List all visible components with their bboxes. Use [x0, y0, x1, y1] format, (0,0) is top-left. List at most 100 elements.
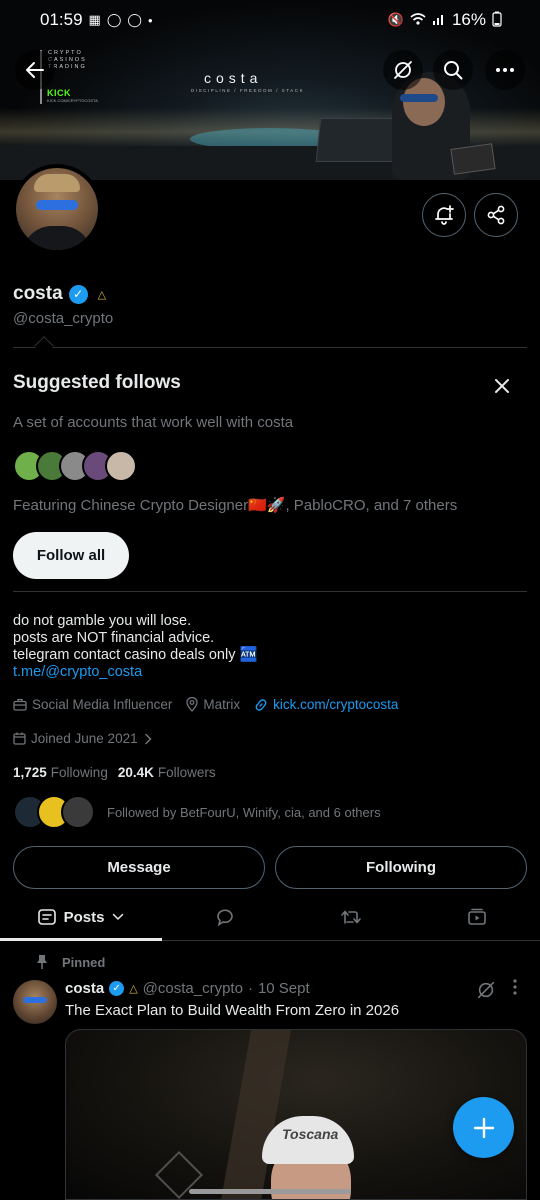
status-left: 01:59 ▦ ◯ ◯ • — [40, 10, 153, 30]
pin-icon — [37, 955, 47, 969]
message-button[interactable]: Message — [13, 846, 265, 889]
followers-stat[interactable]: 20.4K Followers — [118, 765, 216, 780]
bio-line: posts are NOT financial advice. — [13, 630, 215, 646]
suggested-avatars[interactable] — [13, 450, 137, 482]
joined-label: Joined June 2021 — [31, 731, 138, 746]
more-horizontal-icon — [496, 68, 514, 72]
followed-by-row[interactable]: Followed by BetFourU, Winify, cia, and 6… — [13, 795, 381, 829]
tab-reposts[interactable] — [288, 894, 414, 940]
chat-bubble-icon: ◯ — [127, 12, 142, 27]
status-time: 01:59 — [40, 10, 83, 29]
battery-icon — [492, 11, 502, 30]
close-suggested-button[interactable] — [488, 372, 516, 400]
post-author-name[interactable]: costa — [65, 980, 104, 997]
briefcase-icon — [13, 698, 27, 711]
followers-count: 20.4K — [117, 765, 154, 780]
affiliate-badge-icon: △ — [129, 983, 138, 995]
follow-all-button[interactable]: Follow all — [13, 532, 129, 579]
suggested-follows-description: A set of accounts that work well with co… — [13, 414, 294, 431]
tab-posts[interactable]: Posts — [0, 894, 162, 940]
profile-meta: Social Media Influencer Matrix kick.com/… — [13, 697, 398, 712]
follower-avatar — [61, 795, 95, 829]
profile-handle: @costa_crypto — [13, 310, 114, 327]
back-button[interactable] — [15, 50, 55, 90]
joined-item[interactable]: Joined June 2021 — [13, 731, 153, 746]
wifi-icon — [410, 12, 426, 29]
post-author-handle[interactable]: @costa_crypto — [143, 980, 243, 997]
banner-tagline: DISCIPLINE / FREEDOM / STACK — [191, 88, 305, 93]
media-cap-text: Toscana — [282, 1126, 339, 1142]
banner-laptop — [315, 118, 399, 162]
avatar-shirt — [22, 226, 92, 250]
search-button[interactable] — [433, 50, 473, 90]
compose-post-button[interactable] — [453, 1097, 514, 1158]
verified-badge-icon: ✓ — [68, 284, 88, 304]
suggested-caret — [34, 336, 54, 356]
gallery-icon: ▦ — [88, 12, 101, 27]
followers-label: Followers — [157, 765, 216, 780]
repost-icon — [341, 910, 361, 924]
tab-media[interactable] — [414, 894, 540, 940]
post-author-avatar[interactable] — [13, 980, 57, 1024]
following-stat[interactable]: 1,725 Following — [13, 765, 108, 780]
banner-glasses — [400, 94, 438, 102]
grok-icon — [477, 981, 495, 999]
home-indicator[interactable] — [189, 1189, 351, 1194]
share-button[interactable] — [474, 193, 518, 237]
avatar-hair — [34, 174, 80, 192]
avatar-image — [16, 168, 98, 250]
back-arrow-icon — [26, 62, 44, 78]
tab-posts-label: Posts — [63, 908, 105, 926]
bio-line: telegram contact casino deals only 🏧 — [13, 647, 258, 663]
grok-button[interactable] — [383, 50, 423, 90]
follow-stats: 1,725 Following 20.4K Followers — [13, 765, 216, 780]
suggested-divider-bottom — [13, 591, 527, 592]
calendar-icon — [13, 732, 26, 745]
post-more-button[interactable] — [512, 978, 518, 1001]
tab-replies[interactable] — [162, 894, 288, 940]
profile-avatar[interactable] — [12, 164, 102, 254]
banner-brand: costa — [204, 70, 263, 86]
suggested-featuring: Featuring Chinese Crypto Designer🇨🇳🚀, Pa… — [13, 497, 458, 514]
search-icon — [444, 61, 463, 80]
suggested-avatar — [105, 450, 137, 482]
chat-bubble-icon: ◯ — [106, 12, 122, 27]
category-item: Social Media Influencer — [13, 697, 172, 712]
dot-icon: • — [147, 12, 153, 28]
pinned-label: Pinned — [62, 954, 106, 970]
media-icon — [468, 908, 486, 925]
link-icon — [255, 698, 267, 711]
location-item: Matrix — [186, 697, 240, 712]
website-item[interactable]: kick.com/cryptocosta — [254, 697, 398, 712]
suggested-follows-title: Suggested follows — [13, 372, 181, 393]
banner-kick-url: KICK.COM/CRYPTOCOSTA — [47, 98, 98, 103]
grok-icon — [394, 61, 412, 79]
suggested-divider-top — [13, 347, 527, 348]
status-bar: 01:59 ▦ ◯ ◯ • 🔇 16% — [0, 0, 540, 40]
website-link[interactable]: kick.com/cryptocosta — [273, 697, 398, 712]
chevron-down-icon — [113, 913, 124, 921]
post-date[interactable]: 10 Sept — [258, 980, 310, 997]
bio-telegram-link[interactable]: t.me/@crypto_costa — [13, 664, 258, 681]
more-options-button[interactable] — [485, 50, 525, 90]
following-button[interactable]: Following — [275, 846, 527, 889]
post-text: The Exact Plan to Build Wealth From Zero… — [65, 1002, 400, 1019]
reply-icon — [217, 909, 233, 926]
pinned-label-row: Pinned — [36, 954, 105, 970]
notifications-button[interactable] — [422, 193, 466, 237]
following-count: 1,725 — [13, 765, 47, 780]
post-header: costa ✓ △ @costa_crypto · 10 Sept — [65, 980, 310, 997]
profile-tabs: Posts — [0, 894, 540, 941]
post-separator: · — [247, 980, 253, 997]
verified-badge-icon: ✓ — [109, 981, 125, 996]
banner-kick-label: KICK — [47, 88, 71, 98]
status-right: 🔇 16% — [388, 10, 502, 30]
banner-logo-line: CASINOS — [48, 57, 87, 63]
affiliate-badge-icon: △ — [97, 288, 107, 301]
avatar-glasses — [36, 200, 78, 210]
chevron-right-icon — [144, 733, 152, 744]
bio-line: do not gamble you will lose. — [13, 613, 192, 629]
post-grok-button[interactable] — [476, 980, 498, 1002]
share-icon — [487, 205, 505, 225]
banner-logo-line: TRADING — [48, 64, 87, 70]
